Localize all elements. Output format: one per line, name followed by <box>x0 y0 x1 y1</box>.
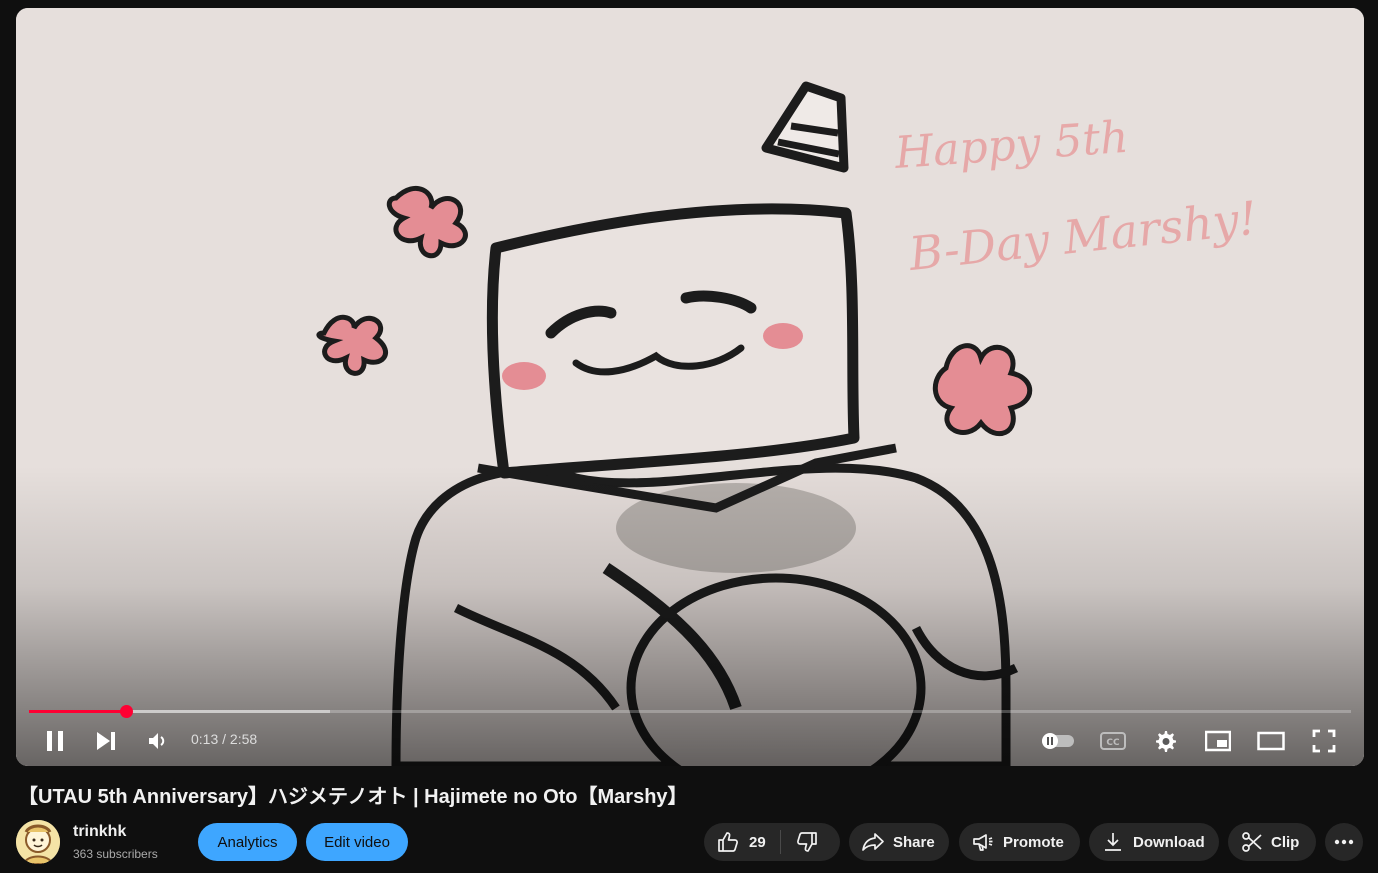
video-player[interactable]: Happy 5th B-Day Marshy! 0:13 / 2:58 CC <box>16 8 1364 766</box>
share-button[interactable]: Share <box>849 823 949 861</box>
gear-icon <box>1156 731 1176 752</box>
avatar-image <box>16 820 60 864</box>
download-button[interactable]: Download <box>1089 823 1219 861</box>
miniplayer-button[interactable] <box>1203 726 1233 756</box>
promote-label: Promote <box>1003 833 1064 851</box>
svg-text:CC: CC <box>1106 738 1120 748</box>
thumbs-down-icon <box>796 832 817 852</box>
pause-icon <box>47 731 63 751</box>
progress-played <box>29 710 126 713</box>
next-icon <box>97 732 115 750</box>
megaphone-icon <box>973 834 993 851</box>
clip-label: Clip <box>1271 833 1300 851</box>
video-title: 【UTAU 5th Anniversary】ハジメテノオト | Hajimete… <box>18 786 688 808</box>
promote-button[interactable]: Promote <box>959 823 1080 861</box>
channel-name[interactable]: trinkhk <box>73 823 126 841</box>
fullscreen-button[interactable] <box>1309 726 1339 756</box>
share-label: Share <box>893 833 935 851</box>
analytics-label: Analytics <box>217 833 278 851</box>
progress-scrubber[interactable] <box>119 705 133 718</box>
subscriber-count: 363 subscribers <box>73 847 158 861</box>
more-actions-button[interactable] <box>1325 823 1363 861</box>
analytics-button[interactable]: Analytics <box>198 823 297 861</box>
video-frame[interactable]: Happy 5th B-Day Marshy! <box>16 8 1364 766</box>
share-icon <box>862 833 884 851</box>
autoplay-toggle-icon <box>1042 733 1074 749</box>
pause-button[interactable] <box>40 726 70 756</box>
more-horizontal-icon <box>1334 839 1354 845</box>
download-label: Download <box>1133 833 1205 851</box>
theater-icon <box>1257 731 1285 751</box>
time-separator: / <box>218 731 230 747</box>
dislike-button[interactable] <box>781 823 819 861</box>
total-time: 2:58 <box>229 731 258 747</box>
mute-button[interactable] <box>142 726 172 756</box>
download-icon <box>1105 833 1121 851</box>
theater-mode-button[interactable] <box>1256 726 1286 756</box>
settings-button[interactable] <box>1150 726 1180 756</box>
autoplay-toggle[interactable] <box>1038 726 1078 756</box>
cc-icon: CC <box>1100 732 1126 750</box>
next-button[interactable] <box>91 726 121 756</box>
like-count: 29 <box>749 833 766 851</box>
clip-button[interactable]: Clip <box>1228 823 1316 861</box>
progress-bar[interactable] <box>29 705 1351 718</box>
captions-button[interactable]: CC <box>1098 726 1128 756</box>
thumbs-up-icon <box>718 832 738 852</box>
scissors-icon <box>1242 832 1262 852</box>
edit-video-button[interactable]: Edit video <box>306 823 408 861</box>
channel-avatar[interactable] <box>16 820 60 864</box>
like-dislike-group: 29 <box>704 823 840 861</box>
volume-icon <box>149 733 165 749</box>
current-time: 0:13 <box>191 731 219 747</box>
like-button[interactable]: 29 <box>704 823 780 861</box>
fullscreen-icon <box>1312 729 1336 753</box>
miniplayer-icon <box>1205 730 1231 752</box>
edit-video-label: Edit video <box>324 833 390 851</box>
time-display: 0:13 / 2:58 <box>191 731 257 747</box>
